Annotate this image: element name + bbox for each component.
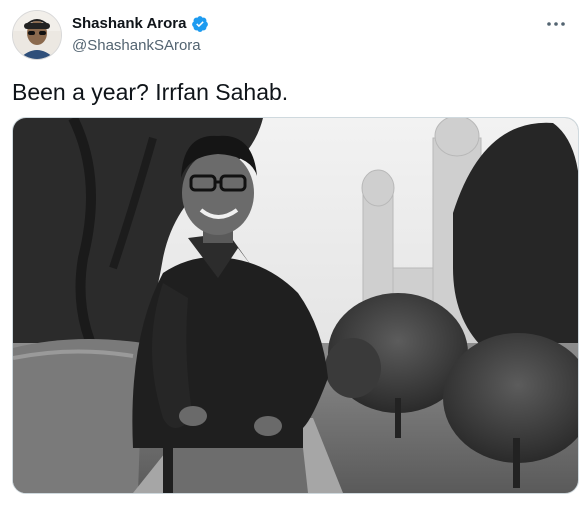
avatar[interactable] <box>12 10 62 60</box>
tweet-text: Been a year? Irrfan Sahab. <box>12 79 289 105</box>
verified-badge-icon <box>191 15 209 33</box>
more-options-icon[interactable] <box>542 14 570 34</box>
photo <box>13 118 578 493</box>
tweet-media-image[interactable] <box>12 117 579 494</box>
author-handle[interactable]: @ShashankSArora <box>72 37 201 55</box>
avatar-image <box>13 11 61 59</box>
author-name[interactable]: Shashank Arora <box>72 15 187 33</box>
tweet: Shashank Arora @ShashankSArora Been a ye… <box>0 0 586 507</box>
tweet-header: Shashank Arora @ShashankSArora <box>12 10 574 62</box>
name-row: Shashank Arora <box>72 15 209 33</box>
